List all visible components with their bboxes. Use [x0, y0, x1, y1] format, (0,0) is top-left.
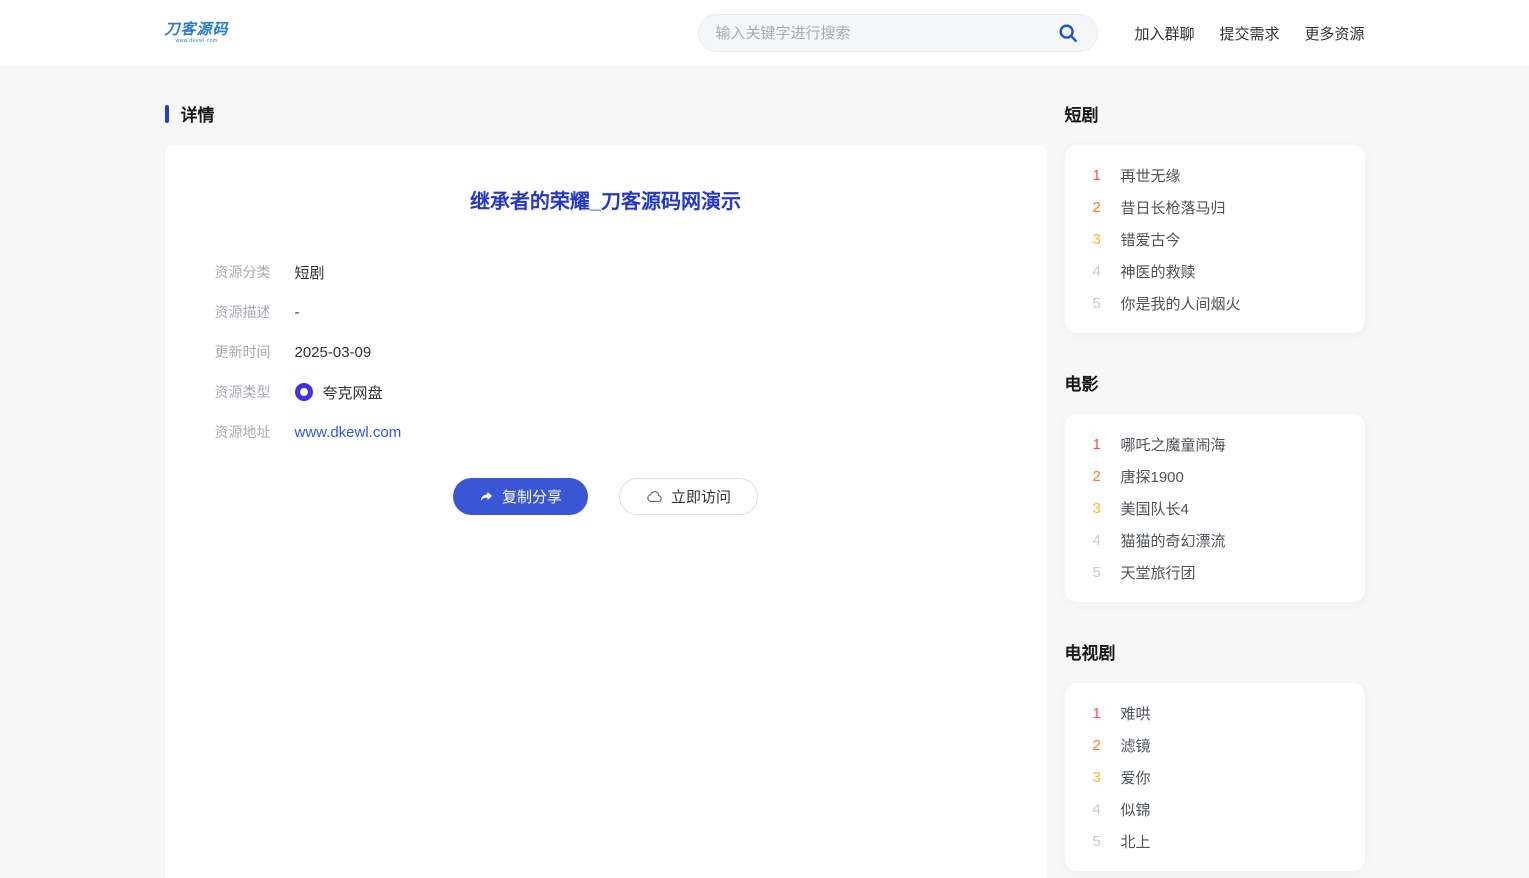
- rank-title: 似锦: [1121, 799, 1151, 820]
- field-label: 资源分类: [215, 262, 295, 282]
- rank-number: 3: [1093, 231, 1109, 248]
- sidebar-section-tv: 电视剧 1 难哄 2 滤镜 3 爱你 4: [1065, 639, 1365, 871]
- section-accent-bar: [165, 105, 169, 123]
- nav-join-group[interactable]: 加入群聊: [1134, 23, 1194, 44]
- resource-url-link[interactable]: www.dkewl.com: [295, 424, 402, 441]
- copy-share-button[interactable]: 复制分享: [453, 478, 588, 515]
- field-value-description: -: [295, 304, 300, 321]
- list-item[interactable]: 4 神医的救赎: [1065, 255, 1365, 287]
- list-item[interactable]: 3 错爱古今: [1065, 223, 1365, 255]
- sidebar: 短剧 1 再世无缘 2 昔日长枪落马归 3 错爱古今 4: [1065, 101, 1365, 878]
- sidebar-section-title: 电视剧: [1065, 639, 1365, 664]
- nav-submit-request[interactable]: 提交需求: [1219, 23, 1279, 44]
- quark-disk-icon: [295, 383, 313, 401]
- sidebar-section-title: 电影: [1065, 370, 1365, 395]
- share-icon: [479, 489, 494, 504]
- rank-title: 美国队长4: [1121, 498, 1189, 519]
- field-label: 资源类型: [215, 382, 295, 402]
- list-item[interactable]: 4 猫猫的奇幻漂流: [1065, 524, 1365, 556]
- rank-number: 2: [1093, 737, 1109, 754]
- rank-number: 5: [1093, 564, 1109, 581]
- resource-title: 继承者的荣耀_刀客源码网演示: [215, 185, 997, 214]
- list-item[interactable]: 4 似锦: [1065, 793, 1365, 825]
- rank-title: 爱你: [1121, 767, 1151, 788]
- list-item[interactable]: 1 哪吒之魔童闹海: [1065, 428, 1365, 460]
- list-item[interactable]: 2 唐探1900: [1065, 460, 1365, 492]
- logo-subtitle: www.dkewl.com: [175, 39, 217, 45]
- rank-number: 3: [1093, 769, 1109, 786]
- nav-more-resources[interactable]: 更多资源: [1304, 23, 1364, 44]
- rank-title: 哪吒之魔童闹海: [1121, 434, 1226, 455]
- top-header: 刀客源码 www.dkewl.com 加入群聊 提交需求 更多资源: [0, 0, 1529, 67]
- copy-share-label: 复制分享: [502, 486, 562, 507]
- rank-title: 唐探1900: [1121, 466, 1184, 487]
- field-value-resource-type: 夸克网盘: [323, 382, 383, 403]
- field-row-description: 资源描述 -: [215, 292, 997, 332]
- rank-title: 北上: [1121, 831, 1151, 852]
- field-value-category: 短剧: [295, 262, 325, 283]
- detail-card: 继承者的荣耀_刀客源码网演示 资源分类 短剧 资源描述 - 更新时间 2025-…: [165, 145, 1047, 878]
- field-row-update-time: 更新时间 2025-03-09: [215, 332, 997, 372]
- list-item[interactable]: 5 你是我的人间烟火: [1065, 287, 1365, 319]
- visit-now-button[interactable]: 立即访问: [619, 478, 758, 515]
- list-item[interactable]: 1 再世无缘: [1065, 159, 1365, 191]
- search-icon[interactable]: [1055, 20, 1081, 46]
- rank-number: 2: [1093, 468, 1109, 485]
- rank-number: 4: [1093, 801, 1109, 818]
- cloud-icon: [646, 489, 663, 504]
- rank-title: 昔日长枪落马归: [1121, 197, 1226, 218]
- list-item[interactable]: 5 北上: [1065, 825, 1365, 857]
- list-item[interactable]: 2 滤镜: [1065, 729, 1365, 761]
- rank-number: 1: [1093, 705, 1109, 722]
- search-input[interactable]: [715, 25, 1055, 42]
- field-row-category: 资源分类 短剧: [215, 252, 997, 292]
- detail-section-head: 详情: [165, 101, 1047, 126]
- rank-card: 1 难哄 2 滤镜 3 爱你 4 似锦: [1065, 683, 1365, 871]
- rank-title: 你是我的人间烟火: [1121, 293, 1241, 314]
- sidebar-section-title: 短剧: [1065, 101, 1365, 126]
- list-item[interactable]: 1 难哄: [1065, 697, 1365, 729]
- rank-title: 滤镜: [1121, 735, 1151, 756]
- rank-number: 4: [1093, 263, 1109, 280]
- rank-title: 神医的救赎: [1121, 261, 1196, 282]
- rank-number: 5: [1093, 295, 1109, 312]
- list-item[interactable]: 3 爱你: [1065, 761, 1365, 793]
- field-value-update-time: 2025-03-09: [295, 344, 372, 361]
- field-label: 更新时间: [215, 342, 295, 362]
- header-nav: 加入群聊 提交需求 更多资源: [1134, 23, 1364, 44]
- sidebar-section-duanju: 短剧 1 再世无缘 2 昔日长枪落马归 3 错爱古今 4: [1065, 101, 1365, 333]
- rank-number: 1: [1093, 436, 1109, 453]
- rank-title: 天堂旅行团: [1121, 562, 1196, 583]
- list-item[interactable]: 5 天堂旅行团: [1065, 556, 1365, 588]
- rank-number: 4: [1093, 532, 1109, 549]
- field-label: 资源地址: [215, 422, 295, 442]
- rank-title: 再世无缘: [1121, 165, 1181, 186]
- rank-title: 难哄: [1121, 703, 1151, 724]
- logo-title: 刀客源码: [165, 22, 229, 39]
- list-item[interactable]: 3 美国队长4: [1065, 492, 1365, 524]
- rank-number: 3: [1093, 500, 1109, 517]
- rank-number: 2: [1093, 199, 1109, 216]
- list-item[interactable]: 2 昔日长枪落马归: [1065, 191, 1365, 223]
- field-row-resource-type: 资源类型 夸克网盘: [215, 372, 997, 412]
- sidebar-section-movies: 电影 1 哪吒之魔童闹海 2 唐探1900 3 美国队长4: [1065, 370, 1365, 602]
- rank-number: 1: [1093, 167, 1109, 184]
- detail-section-title: 详情: [181, 101, 215, 126]
- rank-card: 1 再世无缘 2 昔日长枪落马归 3 错爱古今 4 神医的救赎: [1065, 145, 1365, 333]
- field-row-resource-url: 资源地址 www.dkewl.com: [215, 412, 997, 452]
- visit-now-label: 立即访问: [671, 486, 731, 507]
- search-bar: [698, 14, 1098, 52]
- rank-number: 5: [1093, 833, 1109, 850]
- field-label: 资源描述: [215, 302, 295, 322]
- rank-title: 错爱古今: [1121, 229, 1181, 250]
- rank-card: 1 哪吒之魔童闹海 2 唐探1900 3 美国队长4 4 猫猫的奇幻漂流: [1065, 414, 1365, 602]
- page: 刀客源码 www.dkewl.com 加入群聊 提交需求 更多资源: [0, 0, 1529, 878]
- rank-title: 猫猫的奇幻漂流: [1121, 530, 1226, 551]
- site-logo[interactable]: 刀客源码 www.dkewl.com: [165, 22, 229, 44]
